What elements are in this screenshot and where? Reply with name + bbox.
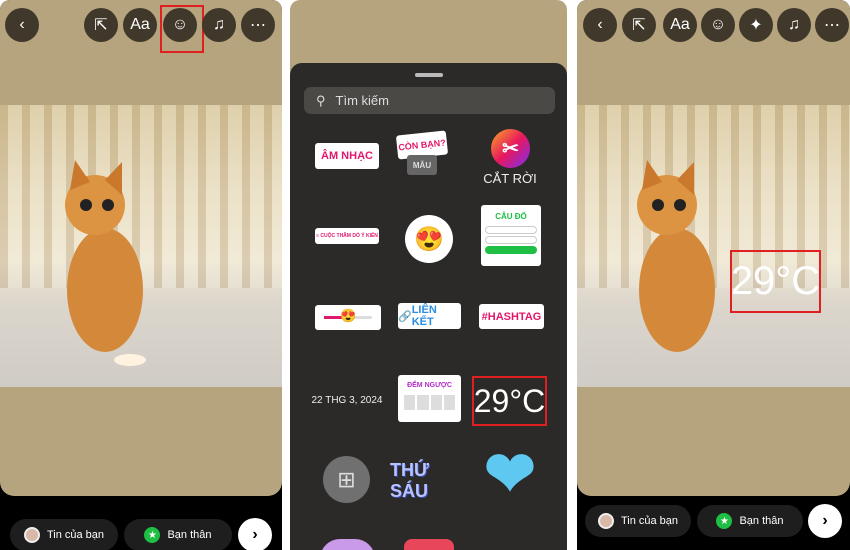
back-button[interactable]: ‹ [583, 8, 617, 42]
sticker-link[interactable]: 🔗 LIÊN KẾT [398, 303, 461, 329]
sticker-search-input[interactable]: ⚲ Tìm kiếm [304, 87, 555, 114]
add-photo-sticker[interactable]: ⊞ [323, 456, 370, 503]
star-icon: ★ [144, 527, 161, 543]
close-friends-button[interactable]: ★ Bạn thân [697, 505, 803, 537]
sticker-cutout-icon[interactable]: ✂ [491, 129, 530, 168]
sticker-emoji-slider[interactable]: 😍 [405, 215, 453, 263]
sticker-music[interactable]: ÂM NHẠC [315, 143, 379, 169]
link-icon: 🔗 [398, 310, 412, 323]
story-canvas [0, 0, 282, 496]
sticker-heart[interactable]: ❤ [480, 440, 540, 509]
expand-button[interactable]: ⇱ [622, 8, 656, 42]
star-icon: ★ [716, 513, 733, 529]
sticker-weekday[interactable]: THỨ SÁU [390, 460, 470, 501]
avatar [597, 513, 614, 529]
sticker-date[interactable]: 22 THG 3, 2024 [308, 390, 386, 410]
next-button[interactable]: › [238, 518, 272, 550]
sticker-picker-panel: ⚲ Tìm kiếm ÂM NHẠC CÒN BẠN? MẪU ✂ CẮT RỜI… [290, 0, 567, 550]
text-button[interactable]: Aa [123, 8, 157, 42]
music-button[interactable]: ♫ [777, 8, 811, 42]
sticker-hashtag[interactable]: #HASHTAG [479, 304, 544, 329]
cat-image [637, 160, 715, 352]
story-editor-left: ‹ ⇱ Aa ☺ ♫ ⋯ Tin của bạn ★ Bạn thân › [0, 0, 282, 550]
music-button[interactable]: ♫ [202, 8, 236, 42]
sticker-countdown[interactable]: ĐẾM NGƯỢC [398, 375, 461, 422]
more-button[interactable]: ⋯ [241, 8, 275, 42]
cat-photo [577, 105, 850, 387]
expand-button[interactable]: ⇱ [84, 8, 118, 42]
sticker-quiz[interactable]: CÂU ĐỐ [481, 205, 541, 266]
sticker-sheet: ⚲ Tìm kiếm ÂM NHẠC CÒN BẠN? MẪU ✂ CẮT RỜI… [290, 63, 567, 550]
text-button[interactable]: Aa [663, 8, 697, 42]
sticker-poll[interactable]: ≡ CUỘC THĂM DÒ Ý KIẾN [315, 228, 379, 244]
more-button[interactable]: ⋯ [815, 8, 849, 42]
your-story-button[interactable]: Tin của bạn [10, 519, 118, 550]
story-editor-right: ‹ ⇱ Aa ☺ ✦ ♫ ⋯ 29°C Tin của bạn ★ Bạn thâ… [577, 0, 850, 550]
sticker-red[interactable] [404, 539, 454, 550]
search-icon: ⚲ [316, 92, 326, 108]
cat-photo [0, 105, 282, 387]
sticker-button[interactable]: ☺ [701, 8, 735, 42]
your-story-button[interactable]: Tin của bạn [585, 505, 691, 537]
sticker-temperature[interactable]: 29°C [472, 376, 547, 426]
sticker-slider[interactable]: 😍 [315, 305, 381, 330]
next-button[interactable]: › [808, 504, 842, 538]
effects-button[interactable]: ✦ [739, 8, 773, 42]
cat-image [65, 160, 146, 366]
sticker-template[interactable]: MẪU [407, 155, 437, 175]
sticker-purple-heart[interactable] [320, 539, 375, 550]
temperature-sticker[interactable]: 29°C [730, 250, 821, 313]
avatar [23, 527, 40, 543]
drag-handle[interactable] [414, 73, 443, 77]
back-button[interactable]: ‹ [5, 8, 39, 42]
sticker-button-highlight [160, 5, 204, 53]
story-canvas [577, 0, 850, 496]
close-friends-button[interactable]: ★ Bạn thân [124, 519, 232, 550]
sticker-cutout[interactable]: CẮT RỜI [480, 168, 540, 188]
